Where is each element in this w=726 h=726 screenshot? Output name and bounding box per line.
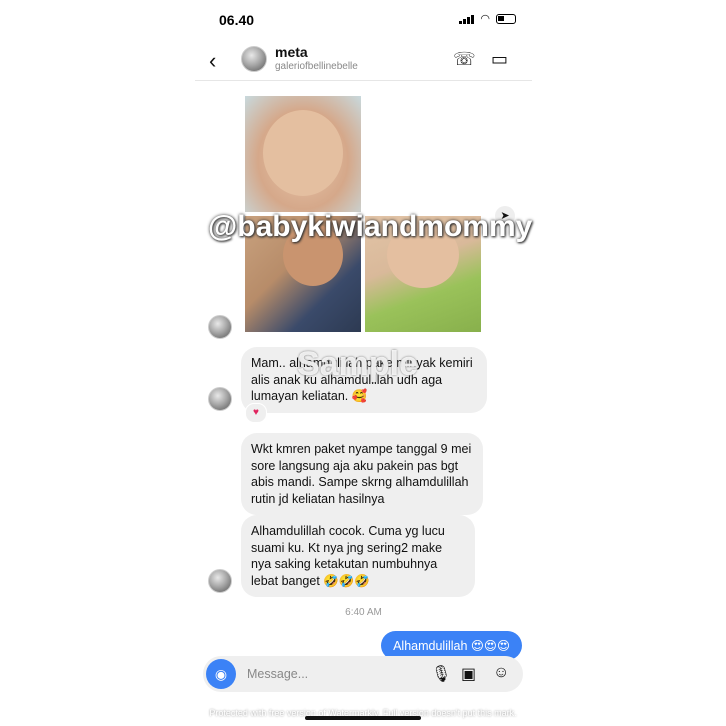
status-bar: 06.40 ◠ xyxy=(195,0,532,40)
back-arrow-icon[interactable]: ‹ xyxy=(209,48,216,74)
status-time: 06.40 xyxy=(219,12,255,28)
signal-icon xyxy=(459,14,475,24)
watermark-text: @babykiwiandmommy xyxy=(208,210,533,243)
wifi-icon: ◠ xyxy=(480,13,490,25)
battery-icon xyxy=(496,13,516,24)
message-input[interactable]: Message... xyxy=(247,667,308,681)
phone-call-icon[interactable]: ☏ xyxy=(453,49,476,70)
avatar[interactable] xyxy=(241,46,267,72)
chat-header: ‹ meta galeriofbellinebelle ☏ ▭ xyxy=(195,40,532,81)
heart-reaction-icon[interactable]: ♥ xyxy=(245,403,267,423)
message-timestamp: 6:40 AM xyxy=(345,607,382,618)
avatar xyxy=(208,569,232,593)
contact-handle: galeriofbellinebelle xyxy=(275,61,358,72)
message-bubble: Alhamdulillah cocok. Cuma yg lucu suami … xyxy=(241,515,475,597)
avatar xyxy=(208,315,232,339)
microphone-icon[interactable]: 🎙 xyxy=(431,664,451,684)
message-composer: ◉ Message... 🎙 ▣ ☺ xyxy=(203,656,523,692)
contact-name[interactable]: meta xyxy=(275,44,308,60)
home-indicator xyxy=(305,716,421,720)
gallery-icon[interactable]: ▣ xyxy=(461,664,476,684)
status-icons: ◠ xyxy=(459,12,516,25)
baby-photo-1[interactable] xyxy=(245,96,361,212)
video-call-icon[interactable]: ▭ xyxy=(491,49,508,70)
sample-overlay: Sample xyxy=(297,345,418,383)
sticker-icon[interactable]: ☺ xyxy=(493,664,509,682)
camera-icon[interactable]: ◉ xyxy=(206,659,236,689)
avatar xyxy=(208,387,232,411)
message-bubble: Wkt kmren paket nyampe tanggal 9 mei sor… xyxy=(241,433,483,515)
